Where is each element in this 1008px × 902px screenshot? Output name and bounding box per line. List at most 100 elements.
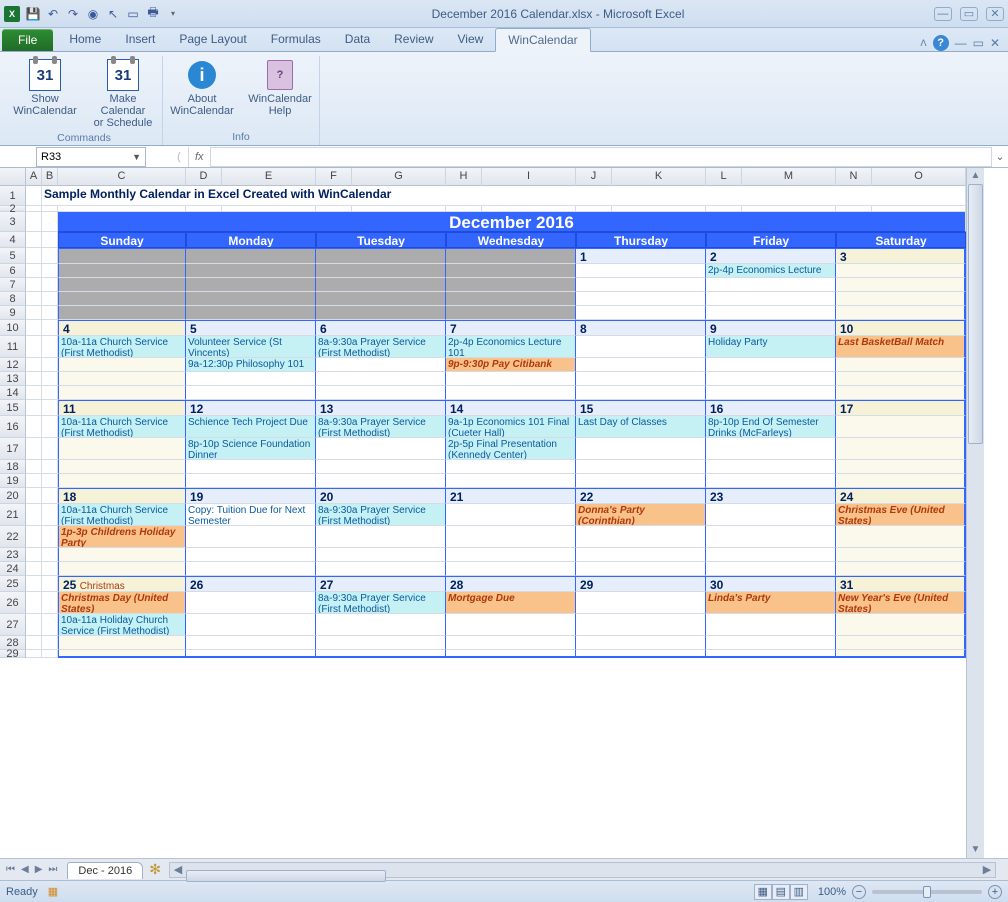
cell[interactable]: Christmas Day (United States) [58,592,186,614]
cell[interactable]: 7 [446,320,576,336]
cell[interactable] [836,386,966,400]
cell[interactable]: 14 [446,400,576,416]
cell[interactable] [576,306,706,320]
last-sheet-icon[interactable]: ⏭ [46,864,59,875]
cell[interactable] [26,576,42,592]
cell[interactable] [42,488,58,504]
cell[interactable] [58,306,186,320]
cell[interactable] [836,636,966,650]
cell[interactable] [706,306,836,320]
page-break-view-button[interactable]: ▥ [790,884,808,900]
cell[interactable]: 29 [576,576,706,592]
cell[interactable] [836,416,966,438]
row-header[interactable]: 20 [0,488,26,504]
row-header[interactable]: 14 [0,386,26,400]
cell[interactable] [576,372,706,386]
cell[interactable]: 4 [58,320,186,336]
cell[interactable] [446,278,576,292]
page-layout-view-button[interactable]: ▤ [772,884,790,900]
cell[interactable] [576,636,706,650]
cell[interactable] [58,562,186,576]
cell[interactable] [836,292,966,306]
cell[interactable] [42,504,58,526]
cell[interactable] [26,416,42,438]
cell[interactable]: 9p-9:30p Pay Citibank [446,358,576,372]
cell[interactable] [576,438,706,460]
cell[interactable] [42,248,58,264]
cell[interactable] [706,650,836,658]
horizontal-scrollbar[interactable]: ◀ ▶ [169,862,996,878]
refresh-icon[interactable]: ◉ [84,5,102,23]
cell[interactable] [26,372,42,386]
cell[interactable]: Schience Tech Project Due [186,416,316,438]
cell[interactable] [186,372,316,386]
cell[interactable]: Christmas Eve (United States) [836,504,966,526]
row-header[interactable]: 8 [0,292,26,306]
cell[interactable]: 8 [576,320,706,336]
cell[interactable] [706,278,836,292]
cell[interactable] [186,562,316,576]
cell[interactable]: Linda's Party [706,592,836,614]
cell[interactable]: 8a-9:30a Prayer Service (First Methodist… [316,416,446,438]
cell[interactable] [186,592,316,614]
cell[interactable] [26,248,42,264]
next-sheet-icon[interactable]: ▶ [33,864,45,875]
cell[interactable]: 20 [316,488,446,504]
cell[interactable] [26,488,42,504]
workbook-minimize-icon[interactable]: — [955,36,967,50]
qat-customize-icon[interactable]: ▾ [164,5,182,23]
cell[interactable] [26,320,42,336]
cell[interactable] [186,460,316,474]
cell[interactable] [446,386,576,400]
column-header[interactable]: H [446,168,482,186]
ribbon-tab-page-layout[interactable]: Page Layout [167,28,258,51]
column-header[interactable]: G [352,168,446,186]
cell[interactable] [836,264,966,278]
formula-bar-expand-icon[interactable]: ⌄ [992,150,1008,163]
cell[interactable] [42,400,58,416]
cell[interactable] [316,548,446,562]
cell[interactable] [316,306,446,320]
cell[interactable] [706,504,836,526]
cell[interactable] [706,562,836,576]
cell[interactable]: 2p-4p Economics Lecture 101 [706,264,836,278]
ribbon-button[interactable]: iAboutWinCalendar [169,56,235,120]
cell[interactable] [58,264,186,278]
cell[interactable] [576,650,706,658]
row-header[interactable]: 29 [0,650,26,658]
cell[interactable] [576,358,706,372]
cell[interactable] [42,592,58,614]
cell[interactable] [58,358,186,372]
cell[interactable] [836,650,966,658]
cell[interactable]: Last Day of Classes [576,416,706,438]
cell[interactable] [316,438,446,460]
cell[interactable] [58,438,186,460]
new-icon[interactable]: ▭ [124,5,142,23]
scroll-right-icon[interactable]: ▶ [979,863,995,876]
cell[interactable] [42,336,58,358]
cell[interactable] [58,650,186,658]
cancel-formula-icon[interactable]: ( [170,151,188,163]
cell[interactable]: 30 [706,576,836,592]
cell[interactable] [576,460,706,474]
column-header[interactable]: F [316,168,352,186]
cell[interactable] [576,292,706,306]
cell[interactable]: Last BasketBall Match [836,336,966,358]
cell[interactable] [186,278,316,292]
help-icon[interactable]: ? [933,35,949,51]
cell[interactable] [576,386,706,400]
cell[interactable]: 2 [706,248,836,264]
cell[interactable]: Holiday Party [706,336,836,358]
sheet-title-cell[interactable]: Sample Monthly Calendar in Excel Created… [42,186,966,206]
cell[interactable] [316,614,446,636]
cell[interactable] [42,386,58,400]
row-header[interactable]: 19 [0,474,26,488]
workbook-close-icon[interactable]: ✕ [990,36,1000,50]
cell[interactable] [446,562,576,576]
cell[interactable]: 27 [316,576,446,592]
row-header[interactable]: 24 [0,562,26,576]
cell[interactable] [836,372,966,386]
cell[interactable] [706,460,836,474]
cell[interactable] [446,474,576,488]
cell[interactable] [706,292,836,306]
